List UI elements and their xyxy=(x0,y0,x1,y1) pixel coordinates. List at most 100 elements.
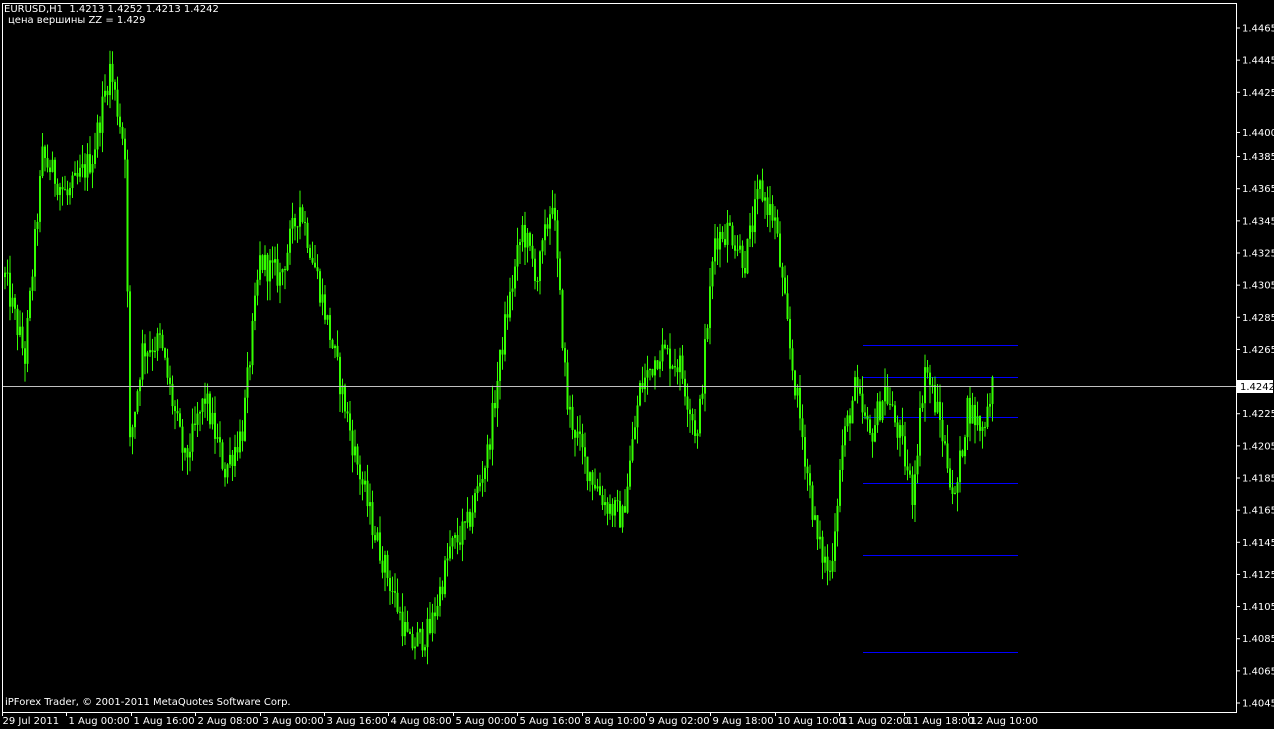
candle-314 xyxy=(789,306,791,360)
candle-body xyxy=(704,339,706,394)
candle-378 xyxy=(949,458,951,491)
candle-body xyxy=(521,224,524,243)
candle-80 xyxy=(204,382,206,418)
candle-99 xyxy=(251,313,254,375)
candle-body xyxy=(481,478,484,483)
candle-body xyxy=(859,387,861,394)
candle-284 xyxy=(714,223,716,275)
candle-164 xyxy=(414,637,416,660)
candle-330 xyxy=(829,560,831,581)
candle-269 xyxy=(676,359,679,385)
candle-74 xyxy=(189,433,191,472)
candle-body xyxy=(814,515,816,520)
candle-body xyxy=(469,511,471,527)
candle-13 xyxy=(36,213,39,246)
candle-body xyxy=(959,450,961,483)
candle-258 xyxy=(649,368,651,381)
y-tick-label: 1.4400 xyxy=(1242,128,1274,139)
candle-body xyxy=(581,433,584,448)
candle-354 xyxy=(889,387,891,410)
candle-body xyxy=(714,238,716,262)
candle-body xyxy=(894,405,896,423)
candle-body xyxy=(924,367,926,404)
candle-134 xyxy=(339,352,341,412)
candle-body xyxy=(224,468,226,478)
candle-168 xyxy=(424,644,426,657)
candle-body xyxy=(159,333,161,335)
candle-109 xyxy=(276,243,279,293)
candle-body xyxy=(134,411,136,428)
candle-131 xyxy=(331,338,334,349)
candle-103 xyxy=(261,254,264,274)
candle-214 xyxy=(539,250,541,295)
candle-body xyxy=(201,398,204,412)
candle-body xyxy=(906,466,909,471)
candle-96 xyxy=(244,389,246,442)
candle-body xyxy=(651,368,654,376)
candle-body xyxy=(61,187,64,190)
candle-352 xyxy=(884,368,886,416)
candle-304 xyxy=(764,191,766,219)
candle-254 xyxy=(639,380,641,407)
candle-327 xyxy=(821,530,824,580)
x-tick-label: 3 Aug 16:00 xyxy=(327,716,388,727)
candle-body xyxy=(524,224,526,248)
candle-319 xyxy=(801,404,804,450)
price-axis: 1.4465 1.4445 1.4425 1.4400 1.4385 1.4365 1.43… xyxy=(1236,24,1274,710)
candle-body xyxy=(416,632,419,647)
candle-339 xyxy=(851,396,854,424)
candle-166 xyxy=(419,628,421,644)
candle-11 xyxy=(31,269,34,301)
candle-105 xyxy=(266,252,269,301)
candle-212 xyxy=(534,248,536,290)
candle-206 xyxy=(519,238,521,264)
candle-84 xyxy=(214,396,216,454)
candle-body xyxy=(559,258,561,291)
candle-122 xyxy=(309,244,311,260)
candle-306 xyxy=(769,185,771,233)
candle-body xyxy=(569,406,571,410)
candle-297 xyxy=(746,238,749,275)
candle-body xyxy=(771,204,774,221)
candle-8 xyxy=(24,341,26,382)
candle-body xyxy=(479,482,481,487)
candle-body xyxy=(204,398,206,404)
candle-50 xyxy=(129,285,131,447)
candle-body xyxy=(926,367,929,373)
candle-body xyxy=(769,204,771,216)
candle-372 xyxy=(934,376,936,416)
x-tick-label: 1 Aug 16:00 xyxy=(134,716,195,727)
candle-body xyxy=(694,420,696,436)
symbol-name: EURUSD,H1 xyxy=(4,4,64,15)
candle-275 xyxy=(691,408,694,435)
candle-200 xyxy=(504,301,506,362)
x-tick-label: 9 Aug 18:00 xyxy=(713,716,774,727)
candle-body xyxy=(164,348,166,358)
candle-body xyxy=(516,245,519,267)
candle-27 xyxy=(71,171,74,199)
candle-body xyxy=(476,486,479,494)
candle-body xyxy=(179,413,181,427)
candle-221 xyxy=(556,209,559,278)
candlestick-chart[interactable]: 1.4465 1.4445 1.4425 1.4400 1.4385 1.4365 1.43… xyxy=(0,0,1274,729)
candle-body xyxy=(946,443,949,469)
candle-227 xyxy=(571,394,574,440)
candle-body xyxy=(829,570,831,572)
candle-117 xyxy=(296,225,299,243)
candle-body xyxy=(824,556,826,563)
candle-body xyxy=(789,318,791,349)
candle-188 xyxy=(474,488,476,518)
candle-body xyxy=(816,515,819,540)
candle-251 xyxy=(631,421,634,463)
candle-388 xyxy=(974,396,976,444)
candle-body xyxy=(354,446,356,456)
candle-279 xyxy=(701,384,704,405)
chart-area[interactable]: 1.4465 1.4445 1.4425 1.4400 1.4385 1.4365 1.43… xyxy=(0,0,1274,729)
candle-body xyxy=(151,350,154,353)
candle-172 xyxy=(434,597,436,634)
y-tick-label: 1.4365 xyxy=(1242,184,1274,195)
candle-52 xyxy=(134,411,136,439)
candle-311 xyxy=(781,262,784,297)
candle-329 xyxy=(826,544,829,586)
candle-381 xyxy=(956,477,959,512)
